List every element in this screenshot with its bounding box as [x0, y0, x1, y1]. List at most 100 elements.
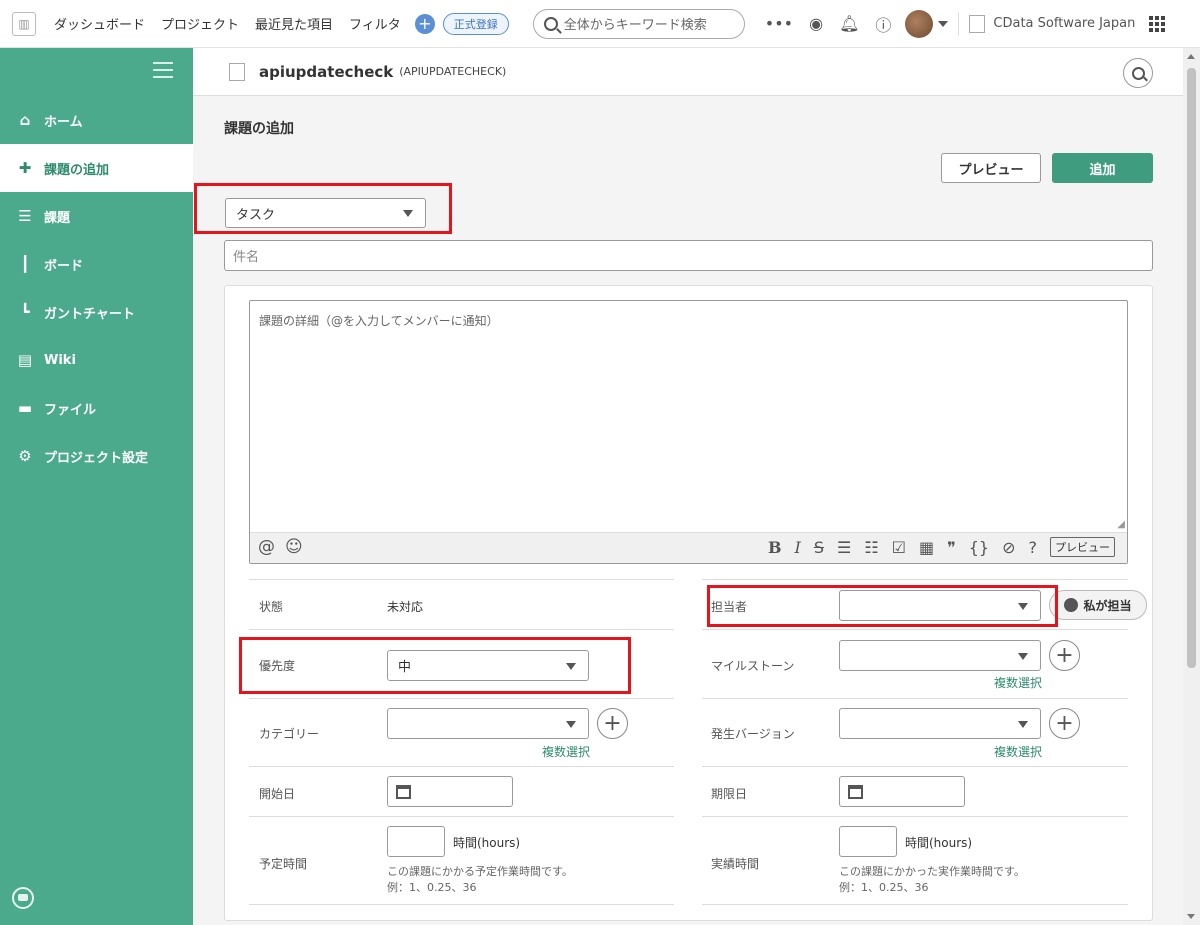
calendar-icon: [396, 785, 411, 799]
status-label: 状態: [259, 600, 284, 614]
sidebar-item-label: ガントチャート: [44, 306, 135, 322]
emoji-icon[interactable]: ☺: [285, 537, 303, 557]
add-category-button[interactable]: +: [597, 708, 628, 739]
version-multi-select-link[interactable]: 複数選択: [994, 743, 1042, 760]
sidebar-menu: ⌂ ホーム ✚ 課題の追加 ☰ 課題 ┃ ボード ┗ ガントチャート ▤ Wiki ▬ ファイ…: [0, 96, 193, 480]
board-icon: ┃: [20, 255, 30, 273]
nav-recent[interactable]: 最近見た項目: [255, 14, 333, 33]
search-placeholder: 全体からキーワード検索: [563, 18, 707, 33]
sidebar-item-label: ホーム: [44, 114, 83, 130]
watch-eye-icon[interactable]: ◉: [809, 14, 823, 33]
numbered-list-icon[interactable]: ☷: [864, 538, 878, 557]
sidebar-item-issues[interactable]: ☰ 課題: [0, 192, 193, 240]
mention-icon[interactable]: @: [258, 537, 275, 557]
sidebar-item-home[interactable]: ⌂ ホーム: [0, 96, 193, 144]
bold-icon[interactable]: B: [768, 538, 782, 557]
sidebar-item-gantt[interactable]: ┗ ガントチャート: [0, 288, 193, 336]
page-scrollbar[interactable]: [1183, 48, 1200, 925]
help-icon[interactable]: ⓘ: [875, 12, 891, 36]
nav-filter[interactable]: フィルタ: [349, 14, 401, 33]
building-icon: [969, 14, 986, 33]
nav-dashboard[interactable]: ダッシュボード: [54, 14, 145, 33]
quote-icon[interactable]: ❞: [947, 538, 956, 557]
search-icon: [1131, 66, 1145, 80]
scroll-up-icon[interactable]: [1187, 54, 1195, 59]
project-key: (APIUPDATECHECK): [399, 65, 507, 78]
milestone-multi-select-link[interactable]: 複数選択: [994, 674, 1042, 691]
help-icon[interactable]: ?: [1029, 538, 1038, 557]
sidebar: ⌂ ホーム ✚ 課題の追加 ☰ 課題 ┃ ボード ┗ ガントチャート ▤ Wiki ▬ ファイ…: [0, 48, 193, 925]
highlight-box: [194, 183, 452, 234]
project-icon: [229, 62, 245, 81]
org-name: CData Software Japan: [993, 16, 1136, 31]
divider: [249, 766, 674, 767]
due-date-input[interactable]: [839, 776, 965, 807]
sidebar-item-add-issue[interactable]: ✚ 課題の追加: [0, 144, 193, 192]
assign-me-button[interactable]: 私が担当: [1049, 590, 1147, 620]
org-switcher[interactable]: CData Software Japan: [969, 14, 1136, 33]
global-search-input[interactable]: 全体からキーワード検索: [532, 8, 745, 39]
more-icon[interactable]: •••: [765, 14, 793, 33]
page-title: 課題の追加: [224, 121, 294, 137]
bullet-list-icon[interactable]: ☰: [837, 538, 851, 557]
hamburger-menu-icon[interactable]: [153, 62, 173, 83]
subject-input[interactable]: 件名: [224, 240, 1153, 271]
estimated-hours-input[interactable]: [387, 826, 445, 857]
category-select[interactable]: [387, 708, 589, 739]
code-icon[interactable]: {}: [969, 538, 989, 557]
assign-me-label: 私が担当: [1083, 598, 1132, 613]
add-milestone-button[interactable]: +: [1049, 640, 1080, 671]
editor-toolbar: @ ☺ B I S ☰ ☷ ☑ ▦ ❞ {} ⊘ ? プレビュー: [250, 532, 1127, 563]
sidebar-item-project-settings[interactable]: ⚙ プロジェクト設定: [0, 432, 193, 480]
actual-hours-input[interactable]: [839, 826, 897, 857]
editor-preview-button[interactable]: プレビュー: [1050, 537, 1115, 557]
sidebar-item-label: Wiki: [44, 352, 76, 368]
milestone-select[interactable]: [839, 640, 1041, 671]
divider: [702, 629, 1128, 630]
version-label: 発生バージョン: [711, 727, 795, 741]
sidebar-item-board[interactable]: ┃ ボード: [0, 240, 193, 288]
preview-button[interactable]: プレビュー: [941, 153, 1041, 183]
project-search-button[interactable]: [1123, 58, 1153, 88]
user-avatar[interactable]: [905, 9, 934, 38]
category-multi-select-link[interactable]: 複数選択: [542, 743, 590, 760]
resize-handle-icon[interactable]: ◢: [1117, 519, 1125, 530]
detail-editor[interactable]: 課題の詳細（@を入力してメンバーに通知） ◢ @ ☺ B I S ☰ ☷ ☑ ▦…: [249, 300, 1128, 564]
divider: [249, 816, 674, 817]
link-icon[interactable]: ⊘: [1002, 538, 1015, 557]
app-logo-icon[interactable]: ▥: [12, 11, 36, 36]
sidebar-item-label: プロジェクト設定: [44, 450, 149, 466]
italic-icon[interactable]: I: [794, 538, 800, 557]
strikethrough-icon[interactable]: S: [814, 538, 824, 557]
wiki-icon: ▤: [17, 351, 33, 369]
chevron-down-icon[interactable]: [938, 20, 949, 27]
actual-hours-label: 実績時間: [711, 857, 760, 871]
top-nav: ダッシュボード プロジェクト 最近見た項目 フィルタ: [54, 14, 417, 33]
add-version-button[interactable]: +: [1049, 708, 1080, 739]
start-date-input[interactable]: [387, 776, 513, 807]
divider: [958, 11, 960, 36]
sidebar-item-label: 課題: [44, 210, 71, 226]
register-badge[interactable]: 正式登録: [442, 12, 509, 35]
divider: [702, 816, 1128, 817]
notification-bell-icon[interactable]: 🔔︎: [839, 14, 859, 33]
sidebar-item-files[interactable]: ▬ ファイル: [0, 384, 193, 432]
chat-icon[interactable]: [12, 887, 34, 909]
checklist-icon[interactable]: ☑: [892, 538, 906, 557]
apps-grid-icon[interactable]: [1149, 15, 1166, 32]
list-icon: ☰: [18, 207, 32, 225]
sidebar-item-wiki[interactable]: ▤ Wiki: [0, 336, 193, 384]
nav-project[interactable]: プロジェクト: [161, 14, 239, 33]
scroll-thumb[interactable]: [1187, 68, 1196, 668]
calendar-icon: [848, 785, 863, 799]
sidebar-item-label: ボード: [44, 258, 84, 274]
version-select[interactable]: [839, 708, 1041, 739]
table-icon[interactable]: ▦: [919, 538, 934, 557]
gear-icon: ⚙: [18, 447, 32, 465]
scroll-down-icon[interactable]: [1187, 914, 1195, 919]
add-plus-icon[interactable]: +: [414, 13, 435, 34]
category-label: カテゴリー: [259, 727, 320, 741]
add-button[interactable]: 追加: [1052, 153, 1153, 183]
divider: [249, 629, 674, 630]
project-name[interactable]: apiupdatecheck: [259, 63, 393, 81]
